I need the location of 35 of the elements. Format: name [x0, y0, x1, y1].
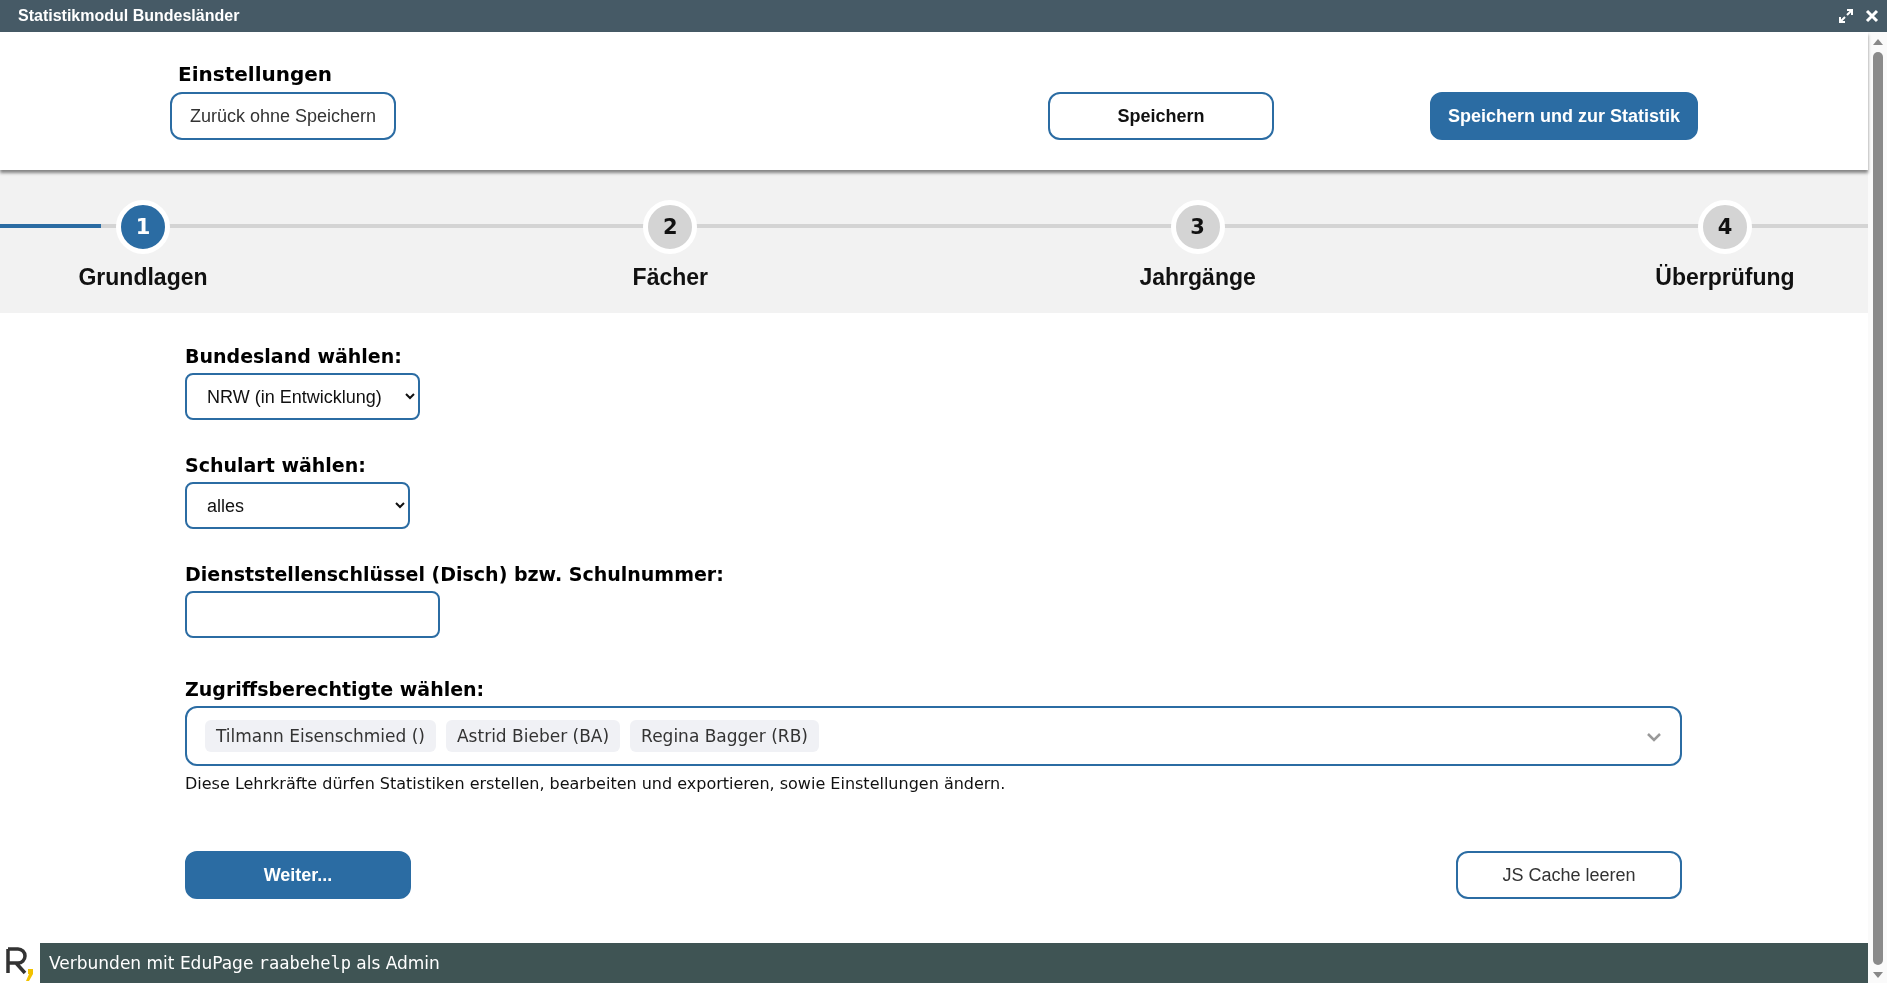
field-label: Schulart wählen: — [185, 454, 366, 476]
step-circle[interactable]: 3 — [1170, 200, 1225, 254]
logo-icon — [0, 943, 40, 983]
back-without-saving-button[interactable]: Zurück ohne Speichern — [170, 92, 396, 140]
field-label: Zugriffsberechtigte wählen: — [185, 678, 485, 700]
person-tag[interactable]: Tilmann Eisenschmied () — [205, 720, 436, 752]
step-circle[interactable]: 2 — [643, 200, 698, 254]
scroll-up-icon[interactable] — [1871, 38, 1884, 46]
window-title: Statistikmodul Bundesländer — [18, 7, 240, 25]
settings-heading: Einstellungen — [177, 62, 334, 86]
next-button[interactable]: Weiter... — [185, 851, 411, 899]
school-type-select[interactable]: alles — [185, 482, 410, 529]
step-label[interactable]: Überprüfung — [1655, 264, 1795, 291]
save-and-statistics-button[interactable]: Speichern und zur Statistik — [1430, 92, 1698, 140]
scroll-down-icon[interactable] — [1871, 971, 1884, 979]
scrollbar[interactable] — [1868, 32, 1887, 983]
school-number-input[interactable] — [185, 591, 440, 638]
expand-icon[interactable] — [1839, 9, 1853, 23]
field-label: Dienststellenschlüssel (Disch) bzw. Schulnummer: — [185, 563, 724, 585]
person-tag[interactable]: Astrid Bieber (BA) — [446, 720, 621, 752]
multi-select[interactable]: Tilmann Eisenschmied () Astrid Bieber (BA) Regina Bagger (RB) — [185, 706, 1682, 766]
step-circle[interactable]: 1 — [116, 200, 170, 254]
close-icon[interactable] — [1865, 9, 1879, 23]
person-tag[interactable]: Regina Bagger (RB) — [630, 720, 819, 752]
step-label[interactable]: Fächer — [632, 264, 709, 291]
connection-status-text: Verbunden mit EduPage raabehelp als Admin — [49, 953, 440, 973]
state-select[interactable]: NRW (in Entwicklung) — [185, 373, 420, 420]
clear-cache-button[interactable]: JS Cache leeren — [1456, 851, 1682, 899]
chevron-down-icon[interactable] — [1646, 732, 1662, 742]
step-circle[interactable]: 4 — [1698, 200, 1752, 254]
field-label: Bundesland wählen: — [185, 345, 402, 367]
step-label[interactable]: Grundlagen — [78, 264, 208, 291]
help-text: Diese Lehrkräfte dürfen Statistiken erstellen, bearbeiten und exportieren, sowie Einstellungen ändern. — [185, 774, 1006, 793]
save-button[interactable]: Speichern — [1048, 92, 1274, 140]
step-label[interactable]: Jahrgänge — [1139, 264, 1256, 291]
